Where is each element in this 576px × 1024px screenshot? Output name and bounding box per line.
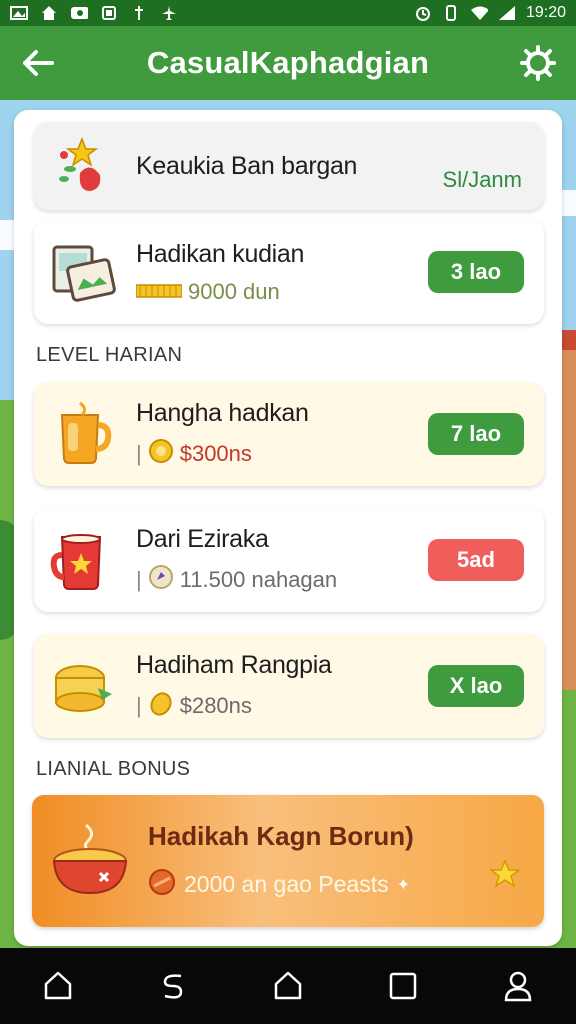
back-button[interactable] [18, 43, 58, 83]
status-time: 19:20 [525, 4, 566, 21]
vibrate-icon [442, 5, 460, 21]
daily-item-body: Hadiham Rangpia | $280ns [136, 651, 428, 722]
reward-card-amount: 9000 dun [188, 278, 280, 304]
daily-item-button[interactable]: X lao [428, 665, 524, 707]
flower-icon [48, 131, 118, 201]
star-icon [488, 858, 522, 893]
daily-item-amount: $280ns [179, 692, 252, 718]
nav-profile-button[interactable] [493, 961, 543, 1011]
header-card-title: Keaukia Ban bargan [136, 151, 358, 180]
header-card-body: Keaukia Ban bargan [136, 152, 443, 181]
nav-home-button[interactable] [33, 961, 83, 1011]
gear-icon [520, 45, 556, 81]
reward-card-button[interactable]: 3 lao [428, 251, 524, 293]
nav-recent-button[interactable] [378, 961, 428, 1011]
square-outline-icon [389, 972, 417, 1000]
daily-item[interactable]: Dari Ezirakа | 11.500 nahagan 5ad [34, 508, 544, 612]
status-bar: 19:20 [0, 0, 576, 26]
house-outline-icon [274, 971, 302, 1000]
daily-item-amount: $300ns [179, 440, 252, 466]
bonus-card-subtitle-row: 2000 an gao Peasts ✦ [148, 868, 490, 902]
airplane-icon [160, 5, 178, 21]
daily-item-amount-row: | $300ns [136, 438, 428, 470]
wifi-icon [470, 5, 488, 21]
bonus-card-title: Hadikah Kagn Borun) [148, 820, 414, 851]
daily-item-amount: 11.500 nahagan [179, 566, 338, 592]
section-label-bonus: LIANIAL BONUS [36, 758, 191, 780]
bonus-card[interactable]: Hadikah Kagn Borun) 2000 an gao Peasts ✦ [32, 795, 544, 927]
reward-card-amount-row: 9000 dun [135, 278, 428, 305]
sparkle-icon: ✦ [396, 876, 411, 894]
square-icon [100, 5, 118, 21]
bonus-card-subtitle: 2000 an gao Peasts [184, 871, 389, 897]
nav-swap-button[interactable] [148, 961, 198, 1011]
mug-icon [48, 399, 118, 469]
daily-item-title: Hangha hadkan [136, 398, 309, 427]
status-notification-icons [10, 5, 178, 21]
orange-coin-icon [148, 868, 176, 902]
divider: | [136, 692, 142, 718]
photos-icon [48, 237, 118, 307]
reward-card[interactable]: Hadikan kudian 9000 dun 3 lao [34, 220, 544, 324]
daily-item[interactable]: Hangha hadkan | $300ns 7 lao [34, 382, 544, 486]
pin-icon [130, 5, 148, 21]
bonus-card-body: Hadikah Kagn Borun) 2000 an gao Peasts ✦ [148, 821, 490, 902]
house-icon [40, 5, 58, 21]
daily-item-amount-row: | 11.500 nahagan [136, 564, 428, 596]
daily-item-title: Hadiham Rangpia [136, 650, 332, 679]
header-card[interactable]: Keaukia Ban bargan Sl/Janm [34, 122, 544, 210]
reward-card-title: Hadikan kudian [136, 239, 305, 268]
section-label-daily: LEVEL HARIAN [36, 344, 183, 366]
swap-icon [163, 974, 183, 999]
coins-icon [135, 279, 183, 305]
main-panel: Keaukia Ban bargan Sl/Janm Hadikan kudia… [14, 110, 562, 946]
daily-item-button[interactable]: 7 lao [428, 413, 524, 455]
daily-item-title: Dari Ezirakа [136, 524, 269, 553]
nav-shop-button[interactable] [263, 961, 313, 1011]
settings-button[interactable] [518, 43, 558, 83]
arrow-left-icon [23, 50, 54, 76]
app-bar: CasualKaphadgian [0, 26, 576, 100]
bottom-navigation [0, 948, 576, 1024]
divider: | [136, 566, 142, 592]
gem-coin-icon [148, 564, 174, 596]
daily-item-body: Dari Ezirakа | 11.500 nahagan [136, 525, 428, 596]
daily-item-amount-row: | $280ns [136, 690, 428, 722]
coin-icon [148, 438, 174, 470]
image-icon [10, 5, 28, 21]
reward-card-body: Hadikan kudian 9000 dun [135, 239, 428, 305]
cake-icon [48, 651, 118, 721]
daily-item[interactable]: Hadiham Rangpia | $280ns X lao [34, 634, 544, 738]
signal-icon [498, 5, 516, 21]
lemon-icon [148, 690, 174, 722]
alarm-icon [414, 5, 432, 21]
divider: | [136, 440, 142, 466]
status-system-icons: 19:20 [414, 4, 566, 22]
daily-item-body: Hangha hadkan | $300ns [136, 399, 428, 470]
daily-item-button[interactable]: 5ad [428, 539, 524, 581]
eye-icon [70, 5, 88, 21]
red-mug-icon [48, 525, 118, 595]
header-card-link[interactable]: Sl/Janm [443, 167, 522, 193]
user-icon [505, 971, 532, 1002]
bowl-icon [48, 819, 132, 903]
home-icon [44, 971, 71, 1000]
app-title: CasualKaphadgian [146, 45, 430, 80]
